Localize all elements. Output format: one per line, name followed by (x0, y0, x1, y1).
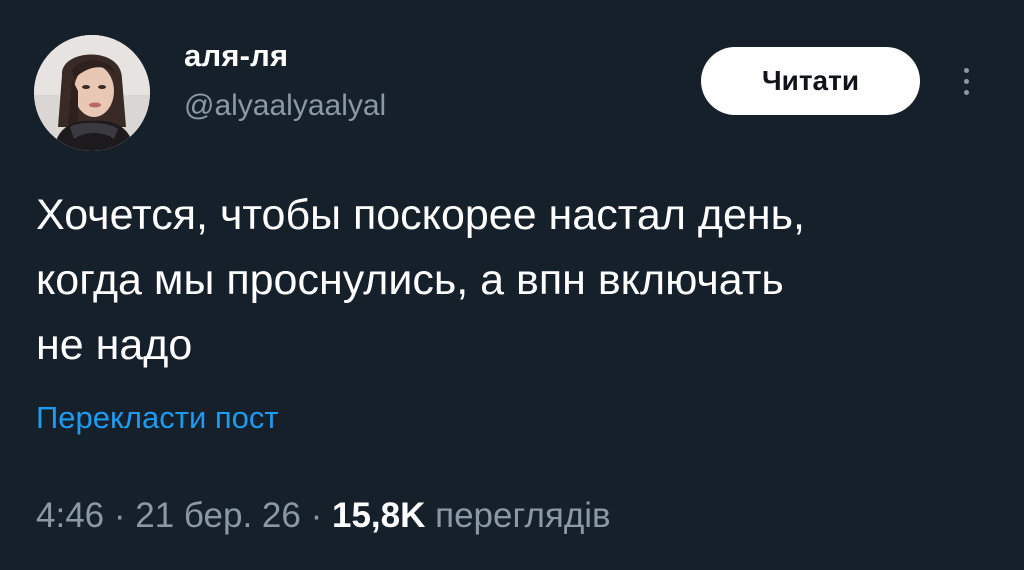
user-handle[interactable]: @alyaalyaalyal (184, 91, 386, 121)
views-count[interactable]: 15,8K (332, 496, 425, 535)
more-dot (963, 67, 969, 73)
tweet-date[interactable]: 21 бер. 26 (135, 496, 301, 535)
views-label[interactable]: переглядів (435, 496, 611, 535)
more-dot (963, 89, 969, 95)
avatar[interactable] (34, 35, 150, 151)
more-vertical-icon[interactable] (950, 58, 982, 104)
more-dot (963, 78, 969, 84)
tweet-time[interactable]: 4:46 (36, 496, 104, 535)
avatar-photo (34, 35, 150, 151)
tweet-meta: 4:46 · 21 бер. 26 · 15,8K переглядів (36, 498, 611, 533)
meta-separator: · (310, 496, 323, 535)
follow-button[interactable]: Читати (701, 47, 920, 115)
meta-separator: · (113, 496, 126, 535)
display-name[interactable]: аля-ля (184, 40, 288, 71)
tweet-text: Хочется, чтобы поскорее настал день, ког… (36, 191, 805, 369)
translate-post-link[interactable]: Перекласти пост (36, 402, 279, 433)
